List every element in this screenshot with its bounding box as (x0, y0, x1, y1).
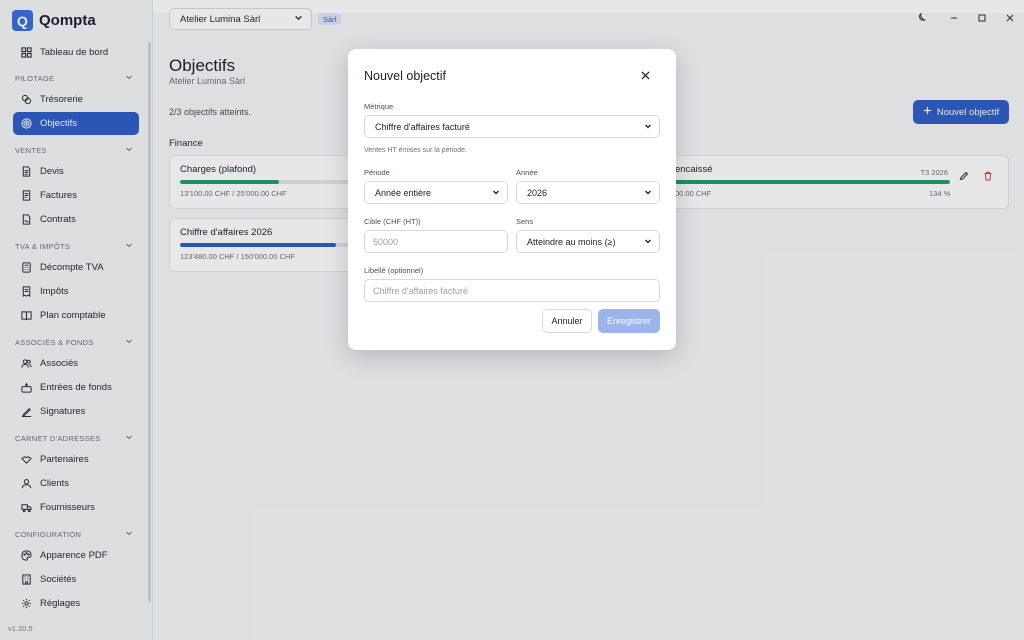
metric-select[interactable]: Chiffre d'affaires facturé (364, 115, 660, 138)
year-select[interactable]: 2026 (516, 181, 660, 204)
period-select[interactable]: Année entière (364, 181, 508, 204)
direction-label: Sens (516, 217, 534, 226)
metric-hint: Ventes HT émises sur la période. (364, 147, 467, 154)
chevron-down-icon (644, 188, 652, 198)
cancel-button[interactable]: Annuler (542, 309, 592, 333)
chevron-down-icon (644, 237, 652, 247)
new-objective-dialog: Nouvel objectif Métrique Chiffre d'affai… (348, 49, 676, 350)
year-select-value: 2026 (527, 187, 548, 198)
metric-select-value: Chiffre d'affaires facturé (375, 121, 470, 132)
chevron-down-icon (644, 122, 652, 132)
period-select-value: Année entière (375, 187, 432, 198)
target-input[interactable]: 50000 (364, 230, 508, 253)
dialog-title: Nouvel objectif (364, 69, 446, 83)
caption-placeholder: Chiffre d'affaires facturé (373, 285, 468, 296)
close-icon[interactable] (638, 68, 652, 82)
caption-input[interactable]: Chiffre d'affaires facturé (364, 279, 660, 302)
direction-select-value: Atteindre au moins (≥) (527, 236, 616, 247)
direction-select[interactable]: Atteindre au moins (≥) (516, 230, 660, 253)
period-label: Période (364, 168, 390, 177)
chevron-down-icon (492, 188, 500, 198)
target-placeholder: 50000 (373, 236, 399, 247)
target-label: Cible (CHF (HT)) (364, 217, 421, 226)
save-button[interactable]: Enregistrer (598, 309, 660, 333)
metric-label: Métrique (364, 102, 394, 111)
caption-label: Libellé (optionnel) (364, 266, 424, 275)
year-label: Année (516, 168, 538, 177)
